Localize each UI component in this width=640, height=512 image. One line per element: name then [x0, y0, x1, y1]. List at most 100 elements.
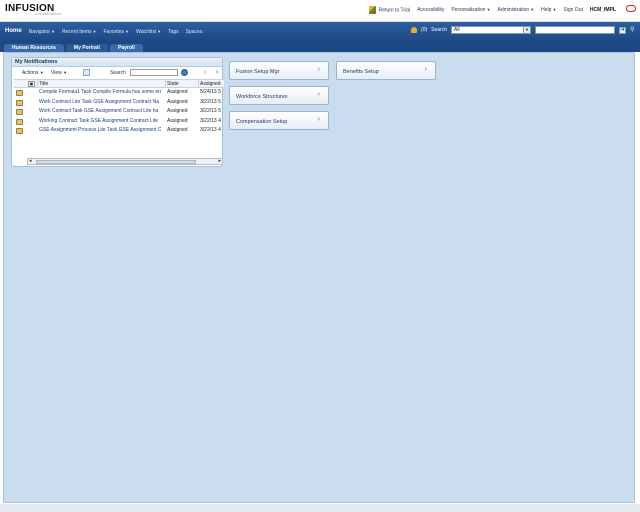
table-row[interactable]: Working Contract Task GSE Assignment Con… — [14, 117, 224, 127]
tile-label: Benefits Setup — [343, 69, 379, 75]
select-all-icon[interactable]: ▣ — [28, 81, 35, 87]
administration-menu[interactable]: Administration▼ — [497, 7, 534, 13]
column-title[interactable]: Title — [39, 80, 48, 88]
table-row[interactable]: Work Contract Lite Task GSE Assignment C… — [14, 98, 224, 108]
branding-bar: INFUSION SYSTEMS GROUP Return to Trial A… — [0, 0, 640, 22]
notifications-toolbar: Actions ▼ View ▼ Search ‹ › — [12, 67, 222, 78]
chevron-right-icon: › — [317, 116, 320, 123]
chevron-right-icon: › — [317, 91, 320, 98]
column-assigned[interactable]: Assigned — [200, 80, 221, 88]
tile-label: Fusion Setup Mgr — [236, 69, 280, 75]
task-icon — [16, 99, 23, 106]
search-scope-select[interactable]: All ▼ — [451, 26, 531, 34]
search-go-icon[interactable] — [181, 69, 188, 76]
notifications-search-label: Search — [110, 70, 126, 76]
notification-title-link[interactable]: Work Contract Task GSE Assignment Contra… — [39, 107, 166, 117]
tags-link[interactable]: Tags — [168, 29, 179, 35]
column-state[interactable]: State — [167, 80, 179, 88]
navigator-label: Navigator — [28, 29, 51, 35]
horizontal-scrollbar[interactable]: ◂ ▸ — [27, 158, 223, 165]
nav-links: Home Navigator▼ Recent Items▼ Favorites▼… — [5, 28, 203, 35]
notifications-search-input[interactable] — [130, 69, 178, 76]
table-row[interactable]: GSE Assignment Process Lite Task GSE Ass… — [14, 126, 224, 136]
notification-title-link[interactable]: Work Contract Lite Task GSE Assignment C… — [39, 98, 166, 108]
page-footer-strip — [0, 504, 640, 512]
notification-title-link[interactable]: GSE Assignment Process Lite Task GSE Ass… — [39, 126, 166, 136]
notification-title-link[interactable]: Compile Formula1 Task Compile Formula ha… — [39, 88, 166, 98]
search-label: Search — [431, 27, 447, 33]
notifications-panel: My Notifications Actions ▼ View ▼ Search… — [11, 57, 224, 167]
view-label: View — [51, 70, 62, 76]
column-separator — [165, 80, 166, 88]
recent-items-label: Recent Items — [62, 29, 92, 35]
scroll-left-icon[interactable]: ◂ — [29, 159, 32, 164]
benefits-setup-tile[interactable]: Benefits Setup › — [336, 61, 436, 80]
accessibility-link[interactable]: Accessibility — [417, 7, 444, 13]
tab-human-resources[interactable]: Human Resources — [4, 44, 64, 52]
recent-items-menu[interactable]: Recent Items▼ — [62, 29, 96, 35]
fusion-setup-mgr-tile[interactable]: Fusion Setup Mgr › — [229, 61, 329, 80]
home-link[interactable]: Home — [5, 28, 22, 35]
return-to-trial-link[interactable]: Return to Trial — [368, 6, 411, 14]
tab-bar: Human Resources My Portrait Payroll — [0, 42, 640, 52]
compensation-setup-tile[interactable]: Compensation Setup › — [229, 111, 329, 130]
notification-count[interactable]: (0) — [421, 27, 427, 33]
chevron-down-icon: ▼ — [63, 70, 68, 75]
notifications-title: My Notifications — [12, 58, 222, 67]
watchlist-menu[interactable]: Watchlist▼ — [136, 29, 161, 35]
chevron-down-icon: ▼ — [486, 7, 491, 12]
trial-icon — [368, 6, 376, 14]
sign-out-link[interactable]: Sign Out — [563, 7, 582, 13]
chevron-down-icon: ▼ — [51, 29, 56, 34]
tile-label: Workforce Structures — [236, 94, 288, 100]
detach-icon[interactable] — [83, 69, 90, 76]
notification-assigned: 3/22/13 4 — [200, 127, 221, 133]
actions-menu[interactable]: Actions ▼ — [22, 70, 44, 76]
notification-state: Assigned — [167, 117, 188, 124]
task-icon — [16, 118, 23, 125]
tabs: Human Resources My Portrait Payroll — [4, 44, 143, 52]
content-canvas: My Notifications Actions ▼ View ▼ Search… — [3, 52, 635, 503]
personalization-menu[interactable]: Personalization▼ — [451, 7, 490, 13]
tile-label: Compensation Setup — [236, 119, 288, 125]
notification-state: Assigned — [167, 127, 188, 133]
chevron-down-icon: ▼ — [530, 7, 535, 12]
logo-tagline: SYSTEMS GROUP — [35, 12, 62, 16]
global-navigation: Home Navigator▼ Recent Items▼ Favorites▼… — [0, 22, 640, 42]
notification-assigned: 3/22/13 5 — [200, 98, 221, 105]
notification-title-link[interactable]: Working Contract Task GSE Assignment Con… — [39, 117, 166, 127]
tab-payroll[interactable]: Payroll — [110, 44, 143, 52]
chevron-down-icon: ▼ — [125, 29, 130, 34]
favorites-menu[interactable]: Favorites▼ — [103, 29, 129, 35]
notification-assigned: 3/22/13 5 — [200, 108, 221, 114]
previous-page-icon[interactable]: ‹ — [204, 69, 206, 76]
next-page-icon[interactable]: › — [216, 69, 218, 76]
search-go-button[interactable]: ➜ — [619, 26, 626, 34]
task-icon — [16, 128, 23, 134]
column-separator — [198, 80, 199, 88]
oracle-logo-icon — [626, 5, 636, 12]
notifications-bell-icon[interactable] — [411, 27, 418, 33]
tab-my-portrait[interactable]: My Portrait — [65, 44, 109, 52]
user-name: HCM_IMPL — [589, 7, 616, 13]
workforce-structures-tile[interactable]: Workforce Structures › — [229, 86, 329, 105]
table-row[interactable]: Work Contract Task GSE Assignment Contra… — [14, 107, 224, 117]
global-search-input[interactable] — [535, 26, 615, 34]
search-scope-value: All — [454, 27, 460, 33]
help-label: Help — [541, 7, 552, 13]
scroll-right-icon[interactable]: ▸ — [218, 159, 221, 164]
global-links: Return to Trial Accessibility Personaliz… — [368, 6, 616, 14]
return-to-trial-label: Return to Trial — [378, 7, 411, 14]
chevron-down-icon: ▼ — [552, 7, 557, 12]
navigator-menu[interactable]: Navigator▼ — [29, 29, 55, 35]
scrollbar-thumb[interactable] — [36, 160, 196, 164]
table-row[interactable]: Compile Formula1 Task Compile Formula ha… — [14, 88, 224, 98]
spaces-link[interactable]: Spaces — [186, 29, 203, 35]
chevron-down-icon: ▼ — [92, 29, 97, 34]
help-menu[interactable]: Help▼ — [541, 7, 556, 13]
actions-label: Actions — [22, 70, 39, 76]
advanced-search-icon[interactable]: ⚲ — [630, 27, 636, 33]
view-menu[interactable]: View ▼ — [51, 70, 67, 76]
administration-label: Administration — [497, 7, 530, 13]
notification-assigned: 3/22/13 4 — [200, 117, 221, 124]
